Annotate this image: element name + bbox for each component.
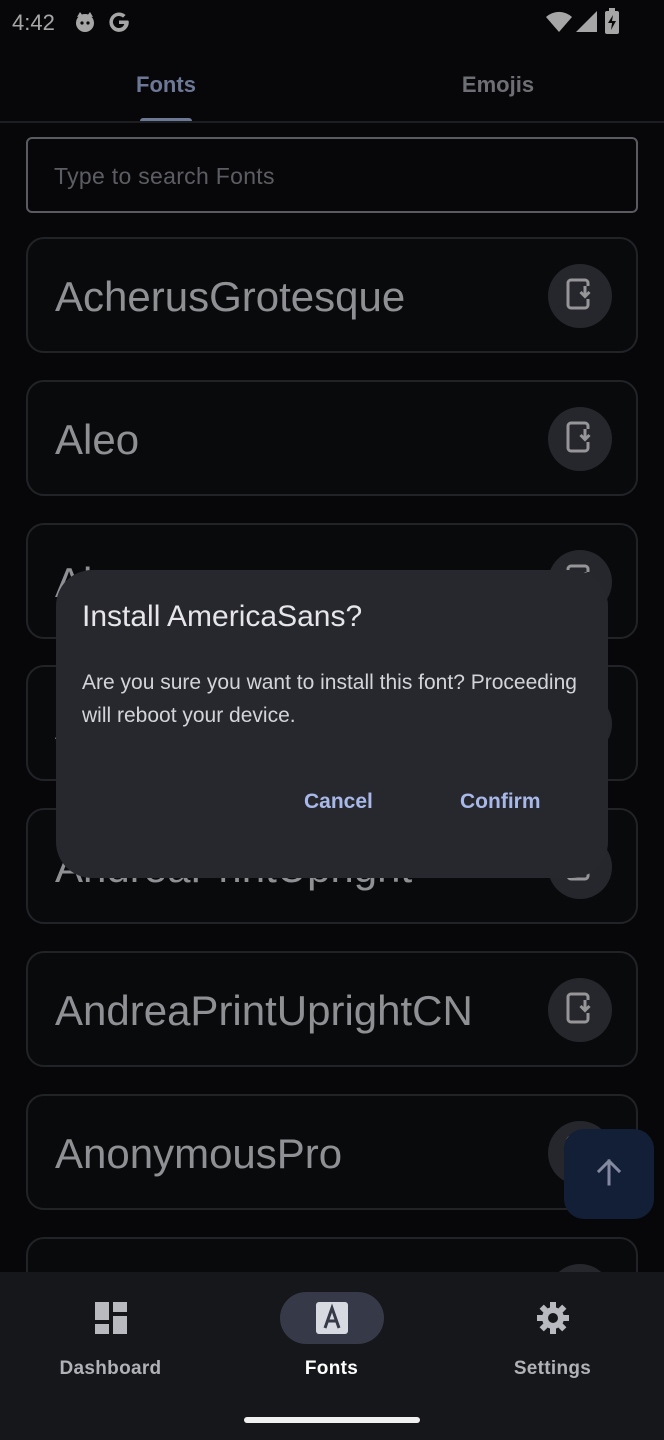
nav-item-settings[interactable]: Settings [442, 1272, 663, 1402]
nav-item-fonts[interactable]: Fonts [221, 1272, 442, 1402]
home-indicator[interactable] [244, 1417, 420, 1423]
dashboard-icon [91, 1298, 131, 1338]
nav-label-dashboard: Dashboard [59, 1358, 162, 1379]
nav-label-fonts: Fonts [304, 1358, 359, 1379]
font-icon [312, 1298, 352, 1338]
dialog-title: Install AmericaSans? [82, 600, 363, 633]
dialog-message: Are you sure you want to install this fo… [82, 671, 577, 727]
nav-item-dashboard[interactable]: Dashboard [0, 1272, 221, 1402]
gear-icon [533, 1298, 573, 1338]
bottom-navigation: Dashboard Fonts Settings [0, 1272, 664, 1440]
cancel-button[interactable]: Cancel [304, 790, 373, 814]
nav-label-settings: Settings [513, 1358, 592, 1379]
confirm-button[interactable]: Confirm [460, 790, 541, 814]
font-list: Type to search Fonts AcherusGrotesque Al… [0, 0, 664, 1272]
install-confirm-dialog: Install AmericaSans? Are you sure you wa… [56, 570, 608, 878]
